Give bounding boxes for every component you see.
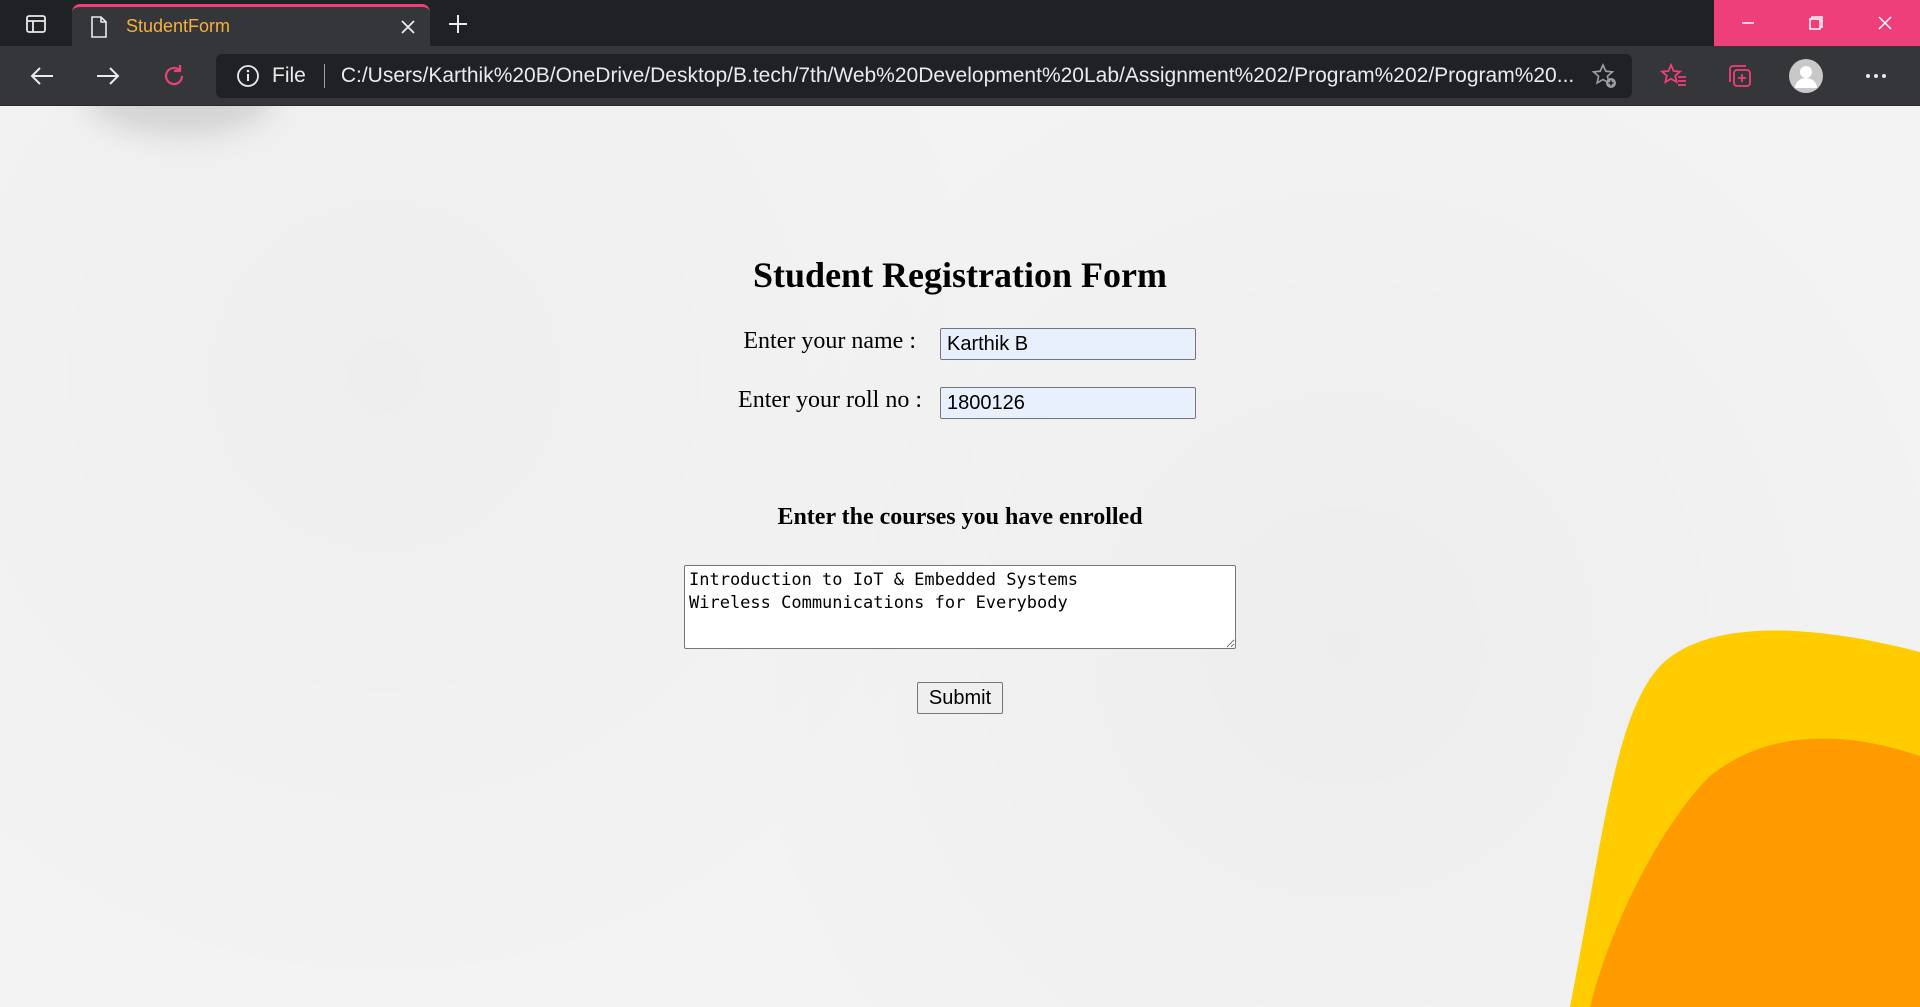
tab-title: StudentForm	[126, 16, 231, 36]
collections-icon[interactable]	[1722, 58, 1758, 94]
file-label: File	[272, 64, 306, 87]
page-viewport: Student Registration Form Enter your nam…	[0, 106, 1920, 1007]
info-icon[interactable]	[236, 64, 260, 88]
roll-no-label: Enter your roll no :	[738, 387, 922, 413]
close-icon[interactable]	[394, 13, 422, 41]
address-bar[interactable]: File C:/Users/Karthik%20B/OneDrive/Deskt…	[216, 54, 1632, 98]
reload-icon[interactable]	[154, 56, 194, 96]
registration-form: Student Registration Form Enter your nam…	[0, 106, 1920, 1007]
name-label: Enter your name :	[743, 328, 916, 354]
courses-textarea[interactable]: Introduction to IoT & Embedded Systems W…	[684, 565, 1236, 649]
minimize-icon[interactable]	[1714, 0, 1782, 46]
more-icon[interactable]	[1858, 58, 1894, 94]
name-input[interactable]	[940, 328, 1196, 360]
tab-strip: StudentForm	[0, 0, 1920, 46]
url-text[interactable]: C:/Users/Karthik%20B/OneDrive/Desktop/B.…	[341, 64, 1581, 88]
page-title: Student Registration Form	[753, 255, 1167, 295]
back-arrow-icon[interactable]	[22, 56, 62, 96]
plus-icon[interactable]	[440, 8, 476, 40]
page-icon	[88, 15, 110, 38]
browser-toolbar: File C:/Users/Karthik%20B/OneDrive/Deskt…	[0, 46, 1920, 106]
tab-studentform[interactable]: StudentForm	[72, 4, 430, 46]
forward-arrow-icon[interactable]	[88, 56, 128, 96]
restore-icon[interactable]	[1782, 0, 1850, 46]
submit-button[interactable]: Submit	[917, 682, 1003, 714]
add-favorite-icon[interactable]	[1590, 62, 1618, 90]
close-window-icon[interactable]	[1850, 0, 1920, 46]
courses-heading: Enter the courses you have enrolled	[777, 504, 1143, 530]
separator	[323, 64, 325, 88]
favorites-icon[interactable]	[1656, 58, 1692, 94]
roll-no-input[interactable]	[940, 387, 1196, 419]
tab-actions-icon[interactable]	[14, 8, 58, 40]
profile-icon[interactable]	[1788, 58, 1824, 94]
